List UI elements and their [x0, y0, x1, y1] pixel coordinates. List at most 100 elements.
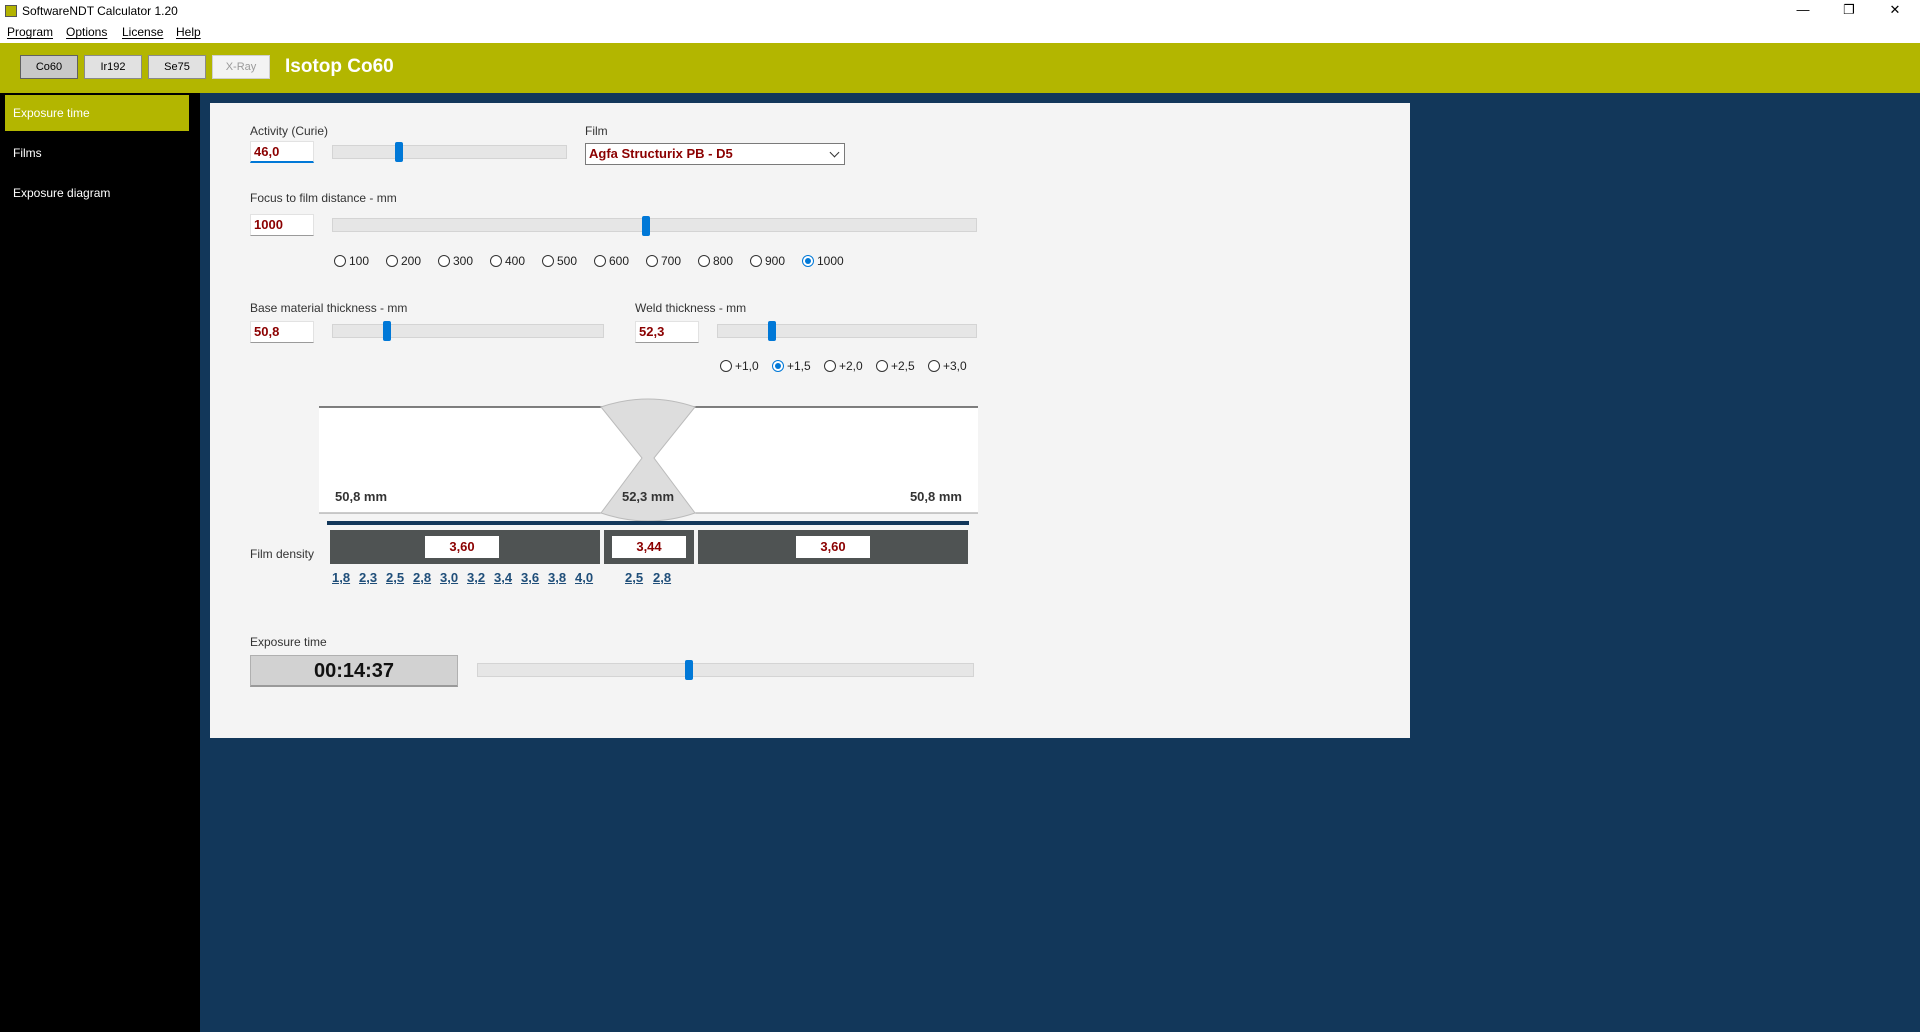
calculator-panel: Activity (Curie) 46,0 Film Agfa Structur… [210, 103, 1410, 738]
radio-label: 600 [609, 254, 630, 268]
radio-label: 900 [765, 254, 786, 268]
focus-radio-1000[interactable]: 1000 [802, 254, 844, 268]
radio-label: 400 [505, 254, 526, 268]
close-button[interactable]: ✕ [1872, 0, 1918, 22]
radio-label: 100 [349, 254, 370, 268]
exposure-time-display: 00:14:37 [250, 655, 458, 687]
density-right-value[interactable]: 3,60 [796, 536, 870, 558]
focus-input[interactable]: 1000 [250, 214, 314, 236]
co60-button[interactable]: Co60 [20, 55, 78, 79]
sidebar-item-exposure-diagram[interactable]: Exposure diagram [5, 175, 189, 211]
menu-license[interactable]: License [122, 25, 163, 39]
density-center-zone: 3,44 [604, 530, 694, 564]
window-title: SoftwareNDT Calculator 1.20 [22, 4, 178, 18]
title-bar: SoftwareNDT Calculator 1.20 — ❐ ✕ [0, 0, 1920, 22]
density-option-3-6[interactable]: 3,6 [521, 570, 539, 585]
focus-radio-700[interactable]: 700 [646, 254, 681, 268]
weld-radio-2-5[interactable]: +2,5 [876, 359, 915, 373]
radio-label: 300 [453, 254, 474, 268]
base-thickness-slider-track[interactable] [332, 324, 604, 338]
base-thickness-slider-thumb[interactable] [383, 321, 391, 341]
density-left-value[interactable]: 3,60 [425, 536, 499, 558]
base-thickness-input[interactable]: 50,8 [250, 321, 314, 343]
sidebar: Exposure time Films Exposure diagram [0, 93, 200, 1032]
radio-label: 500 [557, 254, 578, 268]
radio-label: +3,0 [943, 359, 967, 373]
weld-thickness-slider-thumb[interactable] [768, 321, 776, 341]
weld-radio-3-0[interactable]: +3,0 [928, 359, 967, 373]
app-icon [5, 5, 17, 17]
radio-circle [334, 255, 346, 267]
menu-bar: Program Options License Help [0, 22, 1920, 43]
weld-thickness-input[interactable]: 52,3 [635, 321, 699, 343]
weld-diagram: 50,8 mm 52,3 mm 50,8 mm [319, 398, 978, 525]
menu-help[interactable]: Help [176, 25, 201, 39]
radio-circle [438, 255, 450, 267]
density-option-3-2[interactable]: 3,2 [467, 570, 485, 585]
radio-circle-checked [772, 360, 784, 372]
radio-circle [698, 255, 710, 267]
se75-button[interactable]: Se75 [148, 55, 206, 79]
isotope-header: Co60 Ir192 Se75 X-Ray Isotop Co60 [0, 43, 1920, 93]
focus-radio-500[interactable]: 500 [542, 254, 577, 268]
density-option-1-8[interactable]: 1,8 [332, 570, 350, 585]
radio-circle [542, 255, 554, 267]
weld-thickness-slider-track[interactable] [717, 324, 977, 338]
radio-label: 200 [401, 254, 422, 268]
film-select[interactable]: Agfa Structurix PB - D5 [585, 143, 845, 165]
density-option-2-8[interactable]: 2,8 [413, 570, 431, 585]
menu-program[interactable]: Program [7, 25, 53, 39]
base-thickness-label: Base material thickness - mm [250, 301, 408, 315]
maximize-button[interactable]: ❐ [1826, 0, 1872, 22]
focus-radio-300[interactable]: 300 [438, 254, 473, 268]
focus-radio-600[interactable]: 600 [594, 254, 629, 268]
activity-slider-track[interactable] [332, 145, 567, 159]
focus-slider-thumb[interactable] [642, 216, 650, 236]
density-option-4-0[interactable]: 4,0 [575, 570, 593, 585]
density-option-2-5[interactable]: 2,5 [386, 570, 404, 585]
weld-radio-1-0[interactable]: +1,0 [720, 359, 759, 373]
radio-label: 700 [661, 254, 682, 268]
focus-radio-400[interactable]: 400 [490, 254, 525, 268]
radio-label: +2,5 [891, 359, 915, 373]
sidebar-item-films[interactable]: Films [5, 135, 189, 171]
minimize-button[interactable]: — [1780, 0, 1826, 22]
density-option-3-4[interactable]: 3,4 [494, 570, 512, 585]
weld-radio-1-5[interactable]: +1,5 [772, 359, 811, 373]
exposure-slider-track[interactable] [477, 663, 974, 677]
activity-input[interactable]: 46,0 [250, 141, 314, 163]
weld-radio-2-0[interactable]: +2,0 [824, 359, 863, 373]
radio-circle [876, 360, 888, 372]
focus-label: Focus to film distance - mm [250, 191, 397, 205]
focus-slider-track[interactable] [332, 218, 977, 232]
sidebar-item-exposure-time[interactable]: Exposure time [5, 95, 189, 131]
density-option-3-0[interactable]: 3,0 [440, 570, 458, 585]
focus-radio-100[interactable]: 100 [334, 254, 369, 268]
menu-options[interactable]: Options [66, 25, 107, 39]
density-right-zone: 3,60 [698, 530, 968, 564]
film-strip [327, 521, 969, 525]
density-center-value[interactable]: 3,44 [612, 536, 686, 558]
chevron-down-icon [829, 147, 840, 158]
activity-slider-thumb[interactable] [395, 142, 403, 162]
weld-density-option-2-5[interactable]: 2,5 [625, 570, 643, 585]
xray-button[interactable]: X-Ray [212, 55, 270, 79]
left-thickness-label: 50,8 mm [335, 489, 387, 504]
focus-radio-800[interactable]: 800 [698, 254, 733, 268]
film-select-value: Agfa Structurix PB - D5 [589, 146, 733, 161]
ir192-button[interactable]: Ir192 [84, 55, 142, 79]
weld-density-option-2-8[interactable]: 2,8 [653, 570, 671, 585]
right-thickness-label: 50,8 mm [910, 489, 962, 504]
radio-circle [594, 255, 606, 267]
radio-label: +2,0 [839, 359, 863, 373]
page-title: Isotop Co60 [285, 56, 394, 77]
exposure-slider-thumb[interactable] [685, 660, 693, 680]
focus-radio-900[interactable]: 900 [750, 254, 785, 268]
focus-radio-200[interactable]: 200 [386, 254, 421, 268]
radio-circle [720, 360, 732, 372]
radio-circle [646, 255, 658, 267]
density-option-2-3[interactable]: 2,3 [359, 570, 377, 585]
density-option-3-8[interactable]: 3,8 [548, 570, 566, 585]
radio-circle [928, 360, 940, 372]
radio-label: +1,0 [735, 359, 759, 373]
